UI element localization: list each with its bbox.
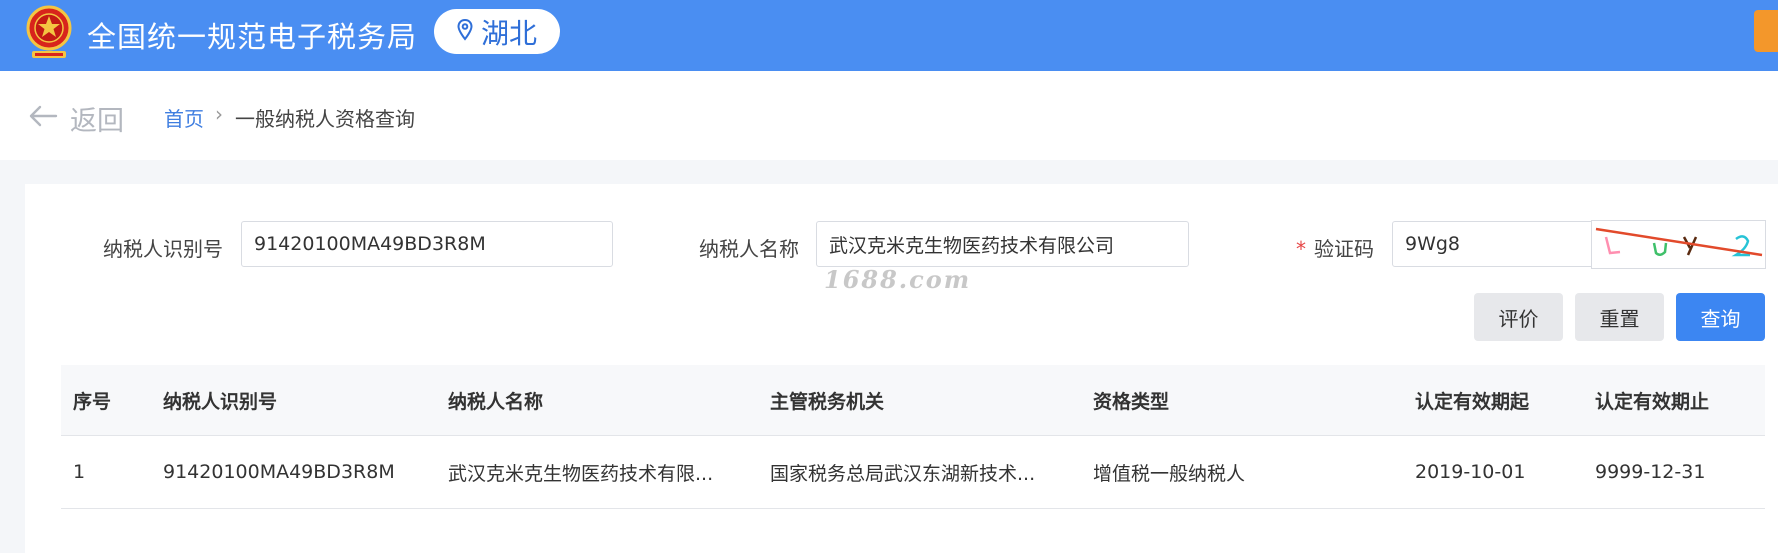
col-taxpayer-id-header: 纳税人识别号 <box>163 390 278 413</box>
required-mark: * <box>1296 237 1306 261</box>
cell-valid-from: 2019-10-01 <box>1415 461 1526 483</box>
reset-button[interactable]: 重置 <box>1575 293 1664 341</box>
col-valid-from-header: 认定有效期起 <box>1415 390 1530 413</box>
top-header: 全国统一规范电子税务局 湖北 <box>0 0 1778 71</box>
taxpayer-name-input[interactable]: 武汉克米克生物医药技术有限公司 <box>816 221 1189 267</box>
breadcrumb-separator-icon: › <box>215 102 223 126</box>
cell-tax-authority: 国家税务总局武汉东湖新技术... <box>770 462 1036 485</box>
region-selector[interactable]: 湖北 <box>434 9 560 54</box>
back-label: 返回 <box>70 106 124 137</box>
national-emblem-icon <box>24 4 74 62</box>
col-index-header: 序号 <box>73 390 112 413</box>
arrow-left-icon <box>28 103 58 134</box>
captcha-value: 9Wg8 <box>1405 233 1461 255</box>
breadcrumb-current: 一般纳税人资格查询 <box>235 107 415 131</box>
cell-qualification-type: 增值税一般纳税人 <box>1093 462 1246 485</box>
query-button[interactable]: 查询 <box>1676 293 1765 341</box>
col-taxpayer-name-header: 纳税人名称 <box>448 390 544 413</box>
col-qualification-type-header: 资格类型 <box>1093 390 1170 413</box>
col-tax-authority-header: 主管税务机关 <box>770 390 885 413</box>
cell-index: 1 <box>73 461 86 483</box>
breadcrumb-bar: 返回 首页 › 一般纳税人资格查询 <box>0 71 1778 160</box>
region-label: 湖北 <box>480 16 537 50</box>
taxpayer-id-value: 91420100MA49BD3R8M <box>254 233 486 255</box>
table-header: 序号 纳税人识别号 纳税人名称 主管税务机关 资格类型 认定有效期起 认定有效期… <box>61 365 1765 436</box>
captcha-input[interactable]: 9Wg8 <box>1392 221 1603 267</box>
taxpayer-id-input[interactable]: 91420100MA49BD3R8M <box>241 221 613 267</box>
watermark-text: 1688.com <box>824 265 972 294</box>
taxpayer-id-label: 纳税人识别号 <box>103 237 223 261</box>
taxpayer-name-value: 武汉克米克生物医药技术有限公司 <box>829 234 1115 257</box>
side-tab[interactable] <box>1754 10 1778 52</box>
evaluate-button[interactable]: 评价 <box>1474 293 1563 341</box>
col-valid-to-header: 认定有效期止 <box>1595 390 1710 413</box>
cell-taxpayer-name: 武汉克米克生物医药技术有限... <box>448 462 714 485</box>
captcha-label: * 验证码 <box>1296 233 1374 262</box>
cell-valid-to: 9999-12-31 <box>1595 461 1706 483</box>
captcha-label-text: 验证码 <box>1314 237 1374 261</box>
site-title: 全国统一规范电子税务局 <box>87 20 418 54</box>
captcha-image[interactable] <box>1591 220 1766 269</box>
back-button[interactable]: 返回 <box>28 99 124 138</box>
location-pin-icon <box>457 15 473 48</box>
taxpayer-name-label: 纳税人名称 <box>699 237 799 261</box>
table-row[interactable]: 1 91420100MA49BD3R8M 武汉克米克生物医药技术有限... 国家… <box>61 436 1765 509</box>
breadcrumb-home-link[interactable]: 首页 <box>164 103 204 132</box>
cell-taxpayer-id: 91420100MA49BD3R8M <box>163 461 395 483</box>
